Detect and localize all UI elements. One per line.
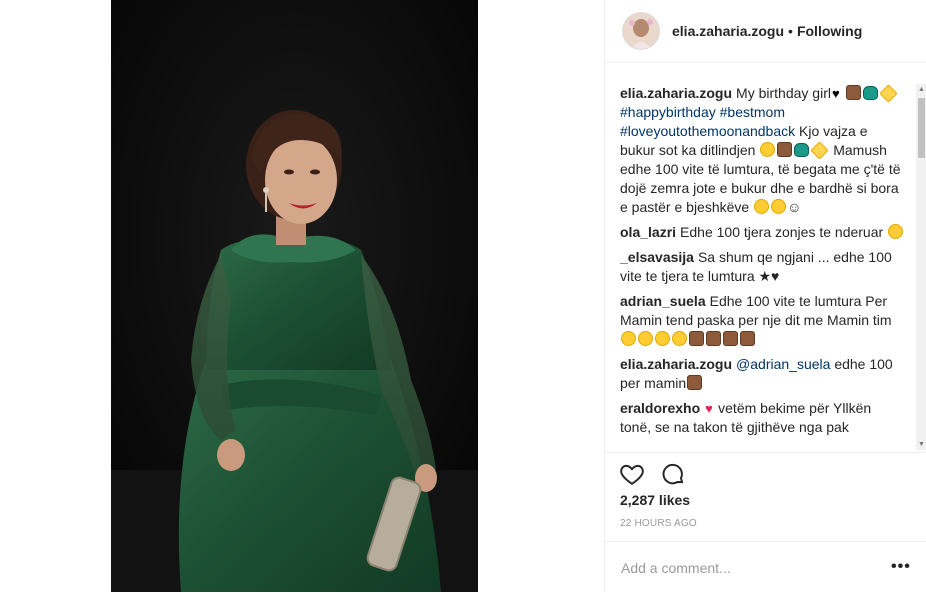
comments-scrollbar[interactable]: ▲ ▼ — [916, 84, 926, 450]
comment-username[interactable]: elia.zaharia.zogu — [620, 85, 732, 101]
kiss-face-emoji-icon — [754, 199, 770, 214]
avatar-image — [623, 13, 659, 49]
cake-emoji-icon — [689, 331, 704, 346]
post-side-panel: elia.zaharia.zogu • Following elia.zaharia… — [604, 0, 926, 592]
comment-link[interactable]: #bestmom — [720, 104, 785, 120]
scroll-up-arrow-icon[interactable]: ▲ — [916, 84, 926, 95]
heart-eyes-emoji-icon — [672, 331, 687, 346]
sparkle-emoji-icon — [879, 84, 898, 103]
kiss-face-emoji-icon — [771, 199, 787, 214]
comment-link[interactable]: #happybirthday — [620, 104, 716, 120]
cake-emoji-icon — [687, 375, 703, 390]
post-header: elia.zaharia.zogu • Following — [605, 0, 926, 63]
sparkle-emoji-icon — [810, 141, 830, 160]
cake-emoji-icon — [845, 85, 861, 100]
add-comment-bar: ••• — [605, 541, 926, 593]
add-comment-input[interactable] — [619, 556, 873, 580]
comment-username[interactable]: eraldorexho — [620, 400, 700, 416]
post-timestamp[interactable]: 22 HOURS AGO — [620, 518, 697, 529]
action-bar — [605, 452, 926, 485]
likes-count[interactable]: 2,287 likes — [620, 492, 690, 508]
comment-item: eraldorexho ♥ vetëm bekime për Yllkën tonë… — [620, 399, 906, 437]
heart-eyes-emoji-icon — [655, 331, 670, 346]
avatar[interactable] — [622, 12, 660, 50]
header-username-line: elia.zaharia.zogu • Following — [672, 23, 862, 39]
comment-username[interactable]: ola_lazri — [620, 224, 676, 240]
more-options-icon[interactable]: ••• — [891, 558, 911, 576]
cake-emoji-icon — [740, 331, 755, 346]
party-hat-emoji-icon — [794, 143, 810, 157]
header-username[interactable]: elia.zaharia.zogu — [672, 23, 784, 39]
heart-eyes-emoji-icon — [638, 331, 653, 346]
following-button[interactable]: Following — [797, 23, 862, 39]
comment-item: elia.zaharia.zogu My birthday girl♥ #happy… — [620, 84, 906, 217]
comment-text: ☺ — [787, 199, 802, 215]
comment-item: elia.zaharia.zogu @adrian_suela edhe 100 … — [620, 355, 906, 393]
post-photo[interactable] — [111, 0, 478, 592]
comment-username[interactable]: adrian_suela — [620, 293, 706, 309]
black-heart-emoji-icon: ♥ — [831, 86, 840, 101]
comment-text: Edhe 100 tjera zonjes te nderuar — [680, 224, 888, 240]
heart-eyes-emoji-icon — [760, 142, 776, 157]
comment-item: adrian_suela Edhe 100 vite te lumtura Per… — [620, 292, 906, 349]
comment-bubble-icon[interactable] — [660, 461, 686, 487]
cake-emoji-icon — [706, 331, 721, 346]
heart-eyes-emoji-icon — [621, 331, 636, 346]
kiss-face-emoji-icon — [888, 224, 904, 239]
scroll-thumb[interactable] — [918, 98, 925, 158]
cake-emoji-icon — [777, 142, 793, 157]
comment-item: ola_lazri Edhe 100 tjera zonjes te nderua… — [620, 223, 906, 242]
cake-emoji-icon — [723, 331, 738, 346]
comments-list[interactable]: elia.zaharia.zogu My birthday girl♥#happy… — [620, 84, 906, 452]
comment-link[interactable]: #loveyoutothemoonandback — [620, 123, 795, 139]
red-heart-emoji-icon: ♥ — [705, 401, 713, 416]
comment-username[interactable]: _elsavasija — [620, 249, 694, 265]
header-separator: • — [788, 23, 793, 39]
photo-illustration — [111, 0, 478, 592]
scroll-down-arrow-icon[interactable]: ▼ — [916, 439, 926, 450]
comment-link[interactable]: @adrian_suela — [736, 356, 830, 372]
party-hat-emoji-icon — [862, 86, 878, 100]
comment-text: My birthday girl — [736, 85, 831, 101]
heart-outline-icon[interactable] — [619, 461, 645, 487]
comment-username[interactable]: elia.zaharia.zogu — [620, 356, 732, 372]
comment-item: _elsavasija Sa shum qe ngjani ... edhe 10… — [620, 248, 906, 286]
